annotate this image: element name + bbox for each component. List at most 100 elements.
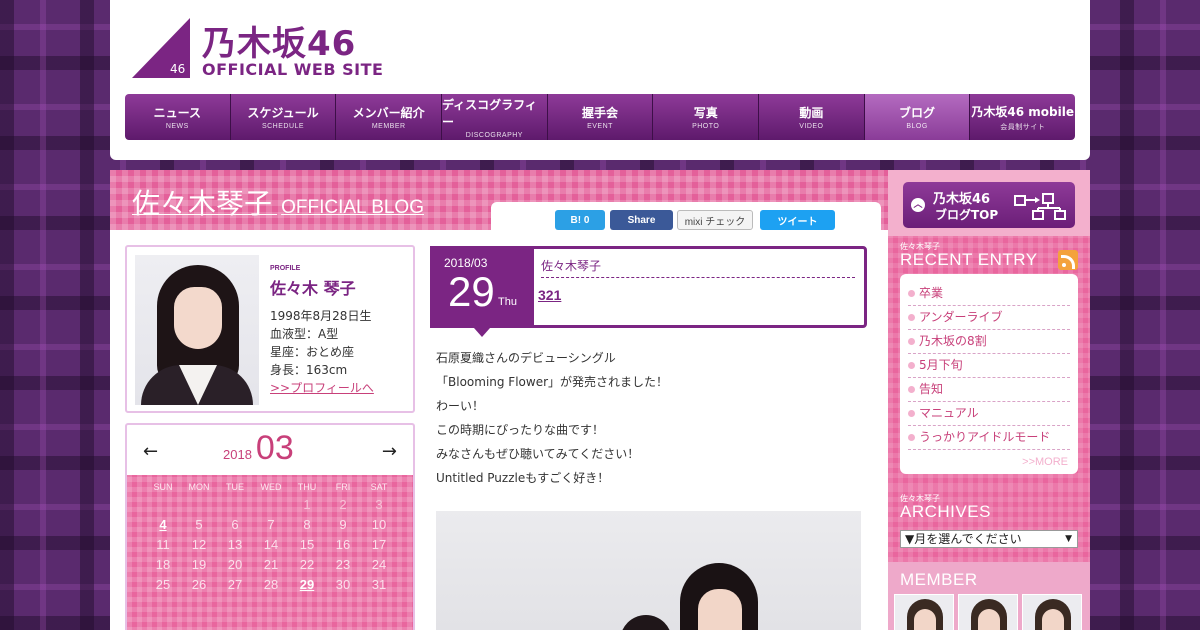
logo-english: OFFICIAL WEB SITE bbox=[202, 60, 384, 79]
calendar-day bbox=[145, 495, 181, 515]
calendar-day: 26 bbox=[191, 577, 207, 592]
blog-main: 佐々木琴子 OFFICIAL BLOG B! 0 Share mixi チェック… bbox=[110, 170, 888, 630]
recent-entry-item[interactable]: 5月下旬 bbox=[908, 354, 1070, 378]
entry-author: 佐々木琴子 bbox=[541, 257, 855, 278]
bullet-dot-icon bbox=[908, 434, 915, 441]
profile-link[interactable]: >>プロフィールへ bbox=[270, 379, 410, 397]
calendar-week-row: 1 2 3 bbox=[127, 495, 413, 515]
entry-paragraph: この時期にぴったりな曲です！ bbox=[436, 423, 605, 437]
nav-item-event[interactable]: 握手会 EVENT bbox=[548, 94, 654, 140]
site-logo[interactable]: 46 乃木坂46 OFFICIAL WEB SITE bbox=[132, 18, 402, 80]
calendar-day bbox=[181, 495, 217, 515]
nav-item-label: 写真 bbox=[693, 106, 718, 120]
nav-item-label: 握手会 bbox=[582, 106, 619, 120]
calendar-day: 1 bbox=[303, 497, 311, 512]
nav-item-sublabel: VIDEO bbox=[799, 123, 824, 130]
nav-item-label: スケジュール bbox=[247, 106, 319, 120]
calendar-next-arrow-icon[interactable]: → bbox=[382, 441, 397, 462]
recent-entry-label: マニュアル bbox=[919, 406, 979, 420]
sidebar: ︿ 乃木坂46 ブログTOP 佐々木琴子 RECENT ENTRY 卒業 アンダー… bbox=[888, 170, 1090, 630]
blog-top-button[interactable]: ︿ 乃木坂46 ブログTOP bbox=[903, 182, 1075, 228]
calendar-day: 25 bbox=[155, 577, 171, 592]
calendar-day: 22 bbox=[299, 557, 315, 572]
calendar-day bbox=[217, 495, 253, 515]
calendar-weekday: TUE bbox=[226, 482, 244, 492]
calendar-day: 15 bbox=[299, 537, 315, 552]
entry-title[interactable]: 321 bbox=[538, 287, 561, 303]
profile-blood: 血液型：A型 bbox=[270, 327, 339, 341]
calendar-day: 16 bbox=[335, 537, 351, 552]
calendar-title: 2018 03 bbox=[223, 429, 294, 468]
calendar-day: 24 bbox=[371, 557, 387, 572]
blog-header: 佐々木琴子 OFFICIAL BLOG B! 0 Share mixi チェック… bbox=[110, 170, 888, 230]
main-nav: ニュース NEWS スケジュール SCHEDULE メンバー紹介 MEMBER ディスコグラ… bbox=[125, 94, 1075, 140]
recent-entry-item[interactable]: 告知 bbox=[908, 378, 1070, 402]
recent-entry-item[interactable]: うっかりアイドルモード bbox=[908, 426, 1070, 450]
calendar-day[interactable]: 29 bbox=[289, 575, 325, 595]
calendar-day: 3 bbox=[375, 497, 383, 512]
nav-item-label: ブログ bbox=[899, 106, 936, 120]
entry-paragraph: わーい！ bbox=[436, 399, 485, 413]
nav-item-video[interactable]: 動画 VIDEO bbox=[759, 94, 865, 140]
entry-paragraph: 「Blooming Flower」が発売されました！ bbox=[436, 375, 669, 389]
archives-title: ARCHIVES bbox=[900, 502, 991, 521]
calendar-day: 18 bbox=[155, 557, 171, 572]
member-thumbnail[interactable] bbox=[1022, 594, 1082, 630]
calendar-day: 12 bbox=[191, 537, 207, 552]
bullet-dot-icon bbox=[908, 290, 915, 297]
calendar-prev-arrow-icon[interactable]: ← bbox=[143, 441, 158, 462]
recent-entry-label: 乃木坂の8割 bbox=[919, 334, 987, 348]
recent-entry-item[interactable]: マニュアル bbox=[908, 402, 1070, 426]
nav-item-schedule[interactable]: スケジュール SCHEDULE bbox=[231, 94, 337, 140]
recent-entry-item[interactable]: 乃木坂の8割 bbox=[908, 330, 1070, 354]
nav-item--[interactable]: 乃木坂46 mobile 会員制サイト bbox=[970, 94, 1075, 140]
nav-item-label: ニュース bbox=[153, 106, 202, 120]
blog-title[interactable]: 佐々木琴子 OFFICIAL BLOG bbox=[132, 182, 424, 222]
calendar-week-row: 18 19 20 21 22 23 24 bbox=[127, 555, 413, 575]
member-section: MEMBER bbox=[888, 562, 1090, 630]
calendar-grid: SUN MON TUE WED THU FRI SAT 1 2 3 4 5 6 7 8 9 10 11 12 13 14… bbox=[127, 475, 413, 630]
nav-item-sublabel: MEMBER bbox=[371, 123, 406, 130]
nav-item-news[interactable]: ニュース NEWS bbox=[125, 94, 231, 140]
recent-entry-label: アンダーライブ bbox=[919, 310, 1003, 324]
recent-entry-label: 卒業 bbox=[919, 286, 944, 300]
nav-item-photo[interactable]: 写真 PHOTO bbox=[653, 94, 760, 140]
member-thumbnail[interactable] bbox=[958, 594, 1018, 630]
nav-item-label: 乃木坂46 mobile bbox=[971, 104, 1074, 119]
member-title: MEMBER bbox=[900, 570, 978, 589]
nav-item-discography[interactable]: ディスコグラフィー DISCOGRAPHY bbox=[442, 94, 548, 140]
calendar-day: 6 bbox=[231, 517, 239, 532]
profile-zodiac: 星座：おとめ座 bbox=[270, 345, 355, 359]
calendar-weekday: THU bbox=[297, 482, 317, 492]
archives-select-label: ▼月を選んでください bbox=[905, 532, 1022, 546]
calendar-weekday: MON bbox=[188, 482, 210, 492]
calendar-day: 2 bbox=[339, 497, 347, 512]
facebook-share-button[interactable]: Share bbox=[610, 210, 673, 230]
member-thumbnails bbox=[894, 594, 1090, 630]
nav-item-member[interactable]: メンバー紹介 MEMBER bbox=[336, 94, 443, 140]
bullet-dot-icon bbox=[908, 338, 915, 345]
hatena-bookmark-button[interactable]: B! 0 bbox=[555, 210, 605, 230]
twitter-tweet-button[interactable]: ツイート bbox=[760, 210, 835, 230]
nav-item-sublabel: EVENT bbox=[587, 123, 613, 130]
recent-entry-item[interactable]: アンダーライブ bbox=[908, 306, 1070, 330]
calendar-day: 8 bbox=[303, 517, 311, 532]
calendar-month: 03 bbox=[255, 429, 294, 467]
calendar-day: 10 bbox=[371, 517, 387, 532]
profile-card: PROFILE 佐々木 琴子 1998年8月28日生 血液型：A型 星座：おとめ… bbox=[125, 245, 415, 413]
rss-icon[interactable] bbox=[1058, 250, 1078, 270]
entry-day: 29 bbox=[448, 268, 495, 315]
calendar-week-row: 4 5 6 7 8 9 10 bbox=[127, 515, 413, 535]
recent-more-link[interactable]: >>MORE bbox=[1022, 456, 1068, 468]
archives-month-select[interactable]: ▼月を選んでください ▼ bbox=[900, 530, 1078, 548]
calendar-day[interactable]: 4 bbox=[145, 515, 181, 535]
calendar-day: 11 bbox=[156, 537, 170, 552]
calendar-day: 28 bbox=[263, 577, 279, 592]
mixi-check-button[interactable]: mixi チェック bbox=[677, 210, 753, 230]
recent-entry-label: 告知 bbox=[919, 382, 944, 396]
recent-entry-label: 5月下旬 bbox=[919, 358, 963, 372]
member-thumbnail[interactable] bbox=[894, 594, 954, 630]
calendar-header: ← 2018 03 → bbox=[127, 425, 413, 475]
recent-entry-item[interactable]: 卒業 bbox=[908, 282, 1070, 306]
nav-item-blog[interactable]: ブログ BLOG bbox=[864, 94, 971, 140]
